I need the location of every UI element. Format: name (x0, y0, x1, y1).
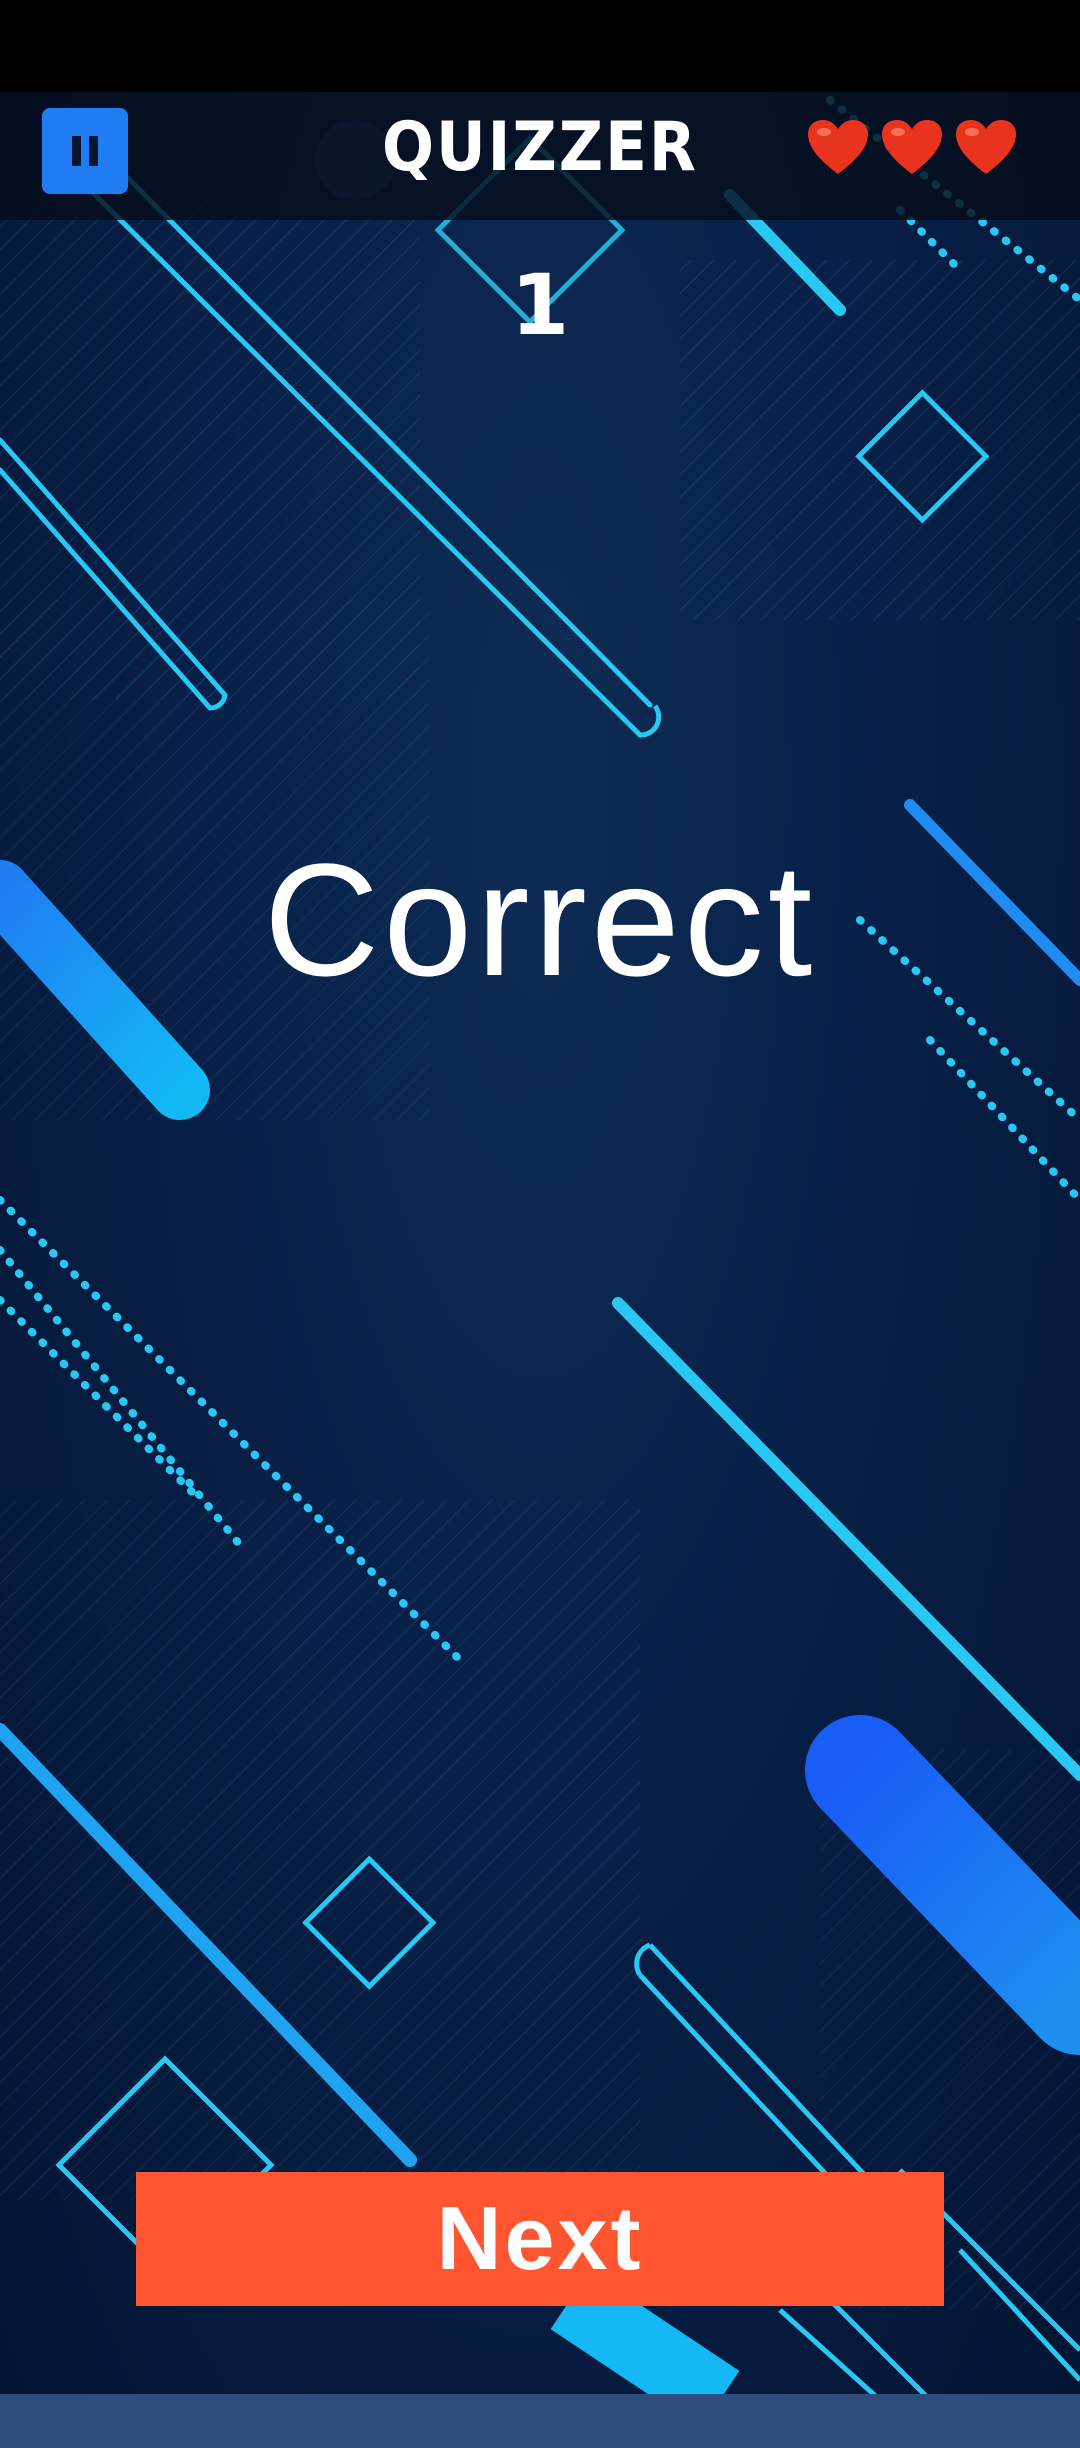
game-background (0, 92, 1080, 2394)
status-bar (0, 0, 1080, 92)
heart-icon (882, 120, 942, 174)
score-counter: 1 (510, 256, 570, 354)
game-screen: QUIZZER 1 Correct Next (0, 0, 1080, 2448)
next-button[interactable]: Next (136, 2172, 944, 2306)
lives-indicator (806, 118, 1026, 184)
result-message: Correct (263, 830, 817, 1009)
heart-icon (956, 120, 1016, 174)
background-art (0, 96, 1080, 2394)
pause-button[interactable] (42, 108, 128, 194)
navigation-bar (0, 2394, 1080, 2448)
heart-icon (808, 120, 868, 174)
app-title: QUIZZER (381, 108, 699, 187)
